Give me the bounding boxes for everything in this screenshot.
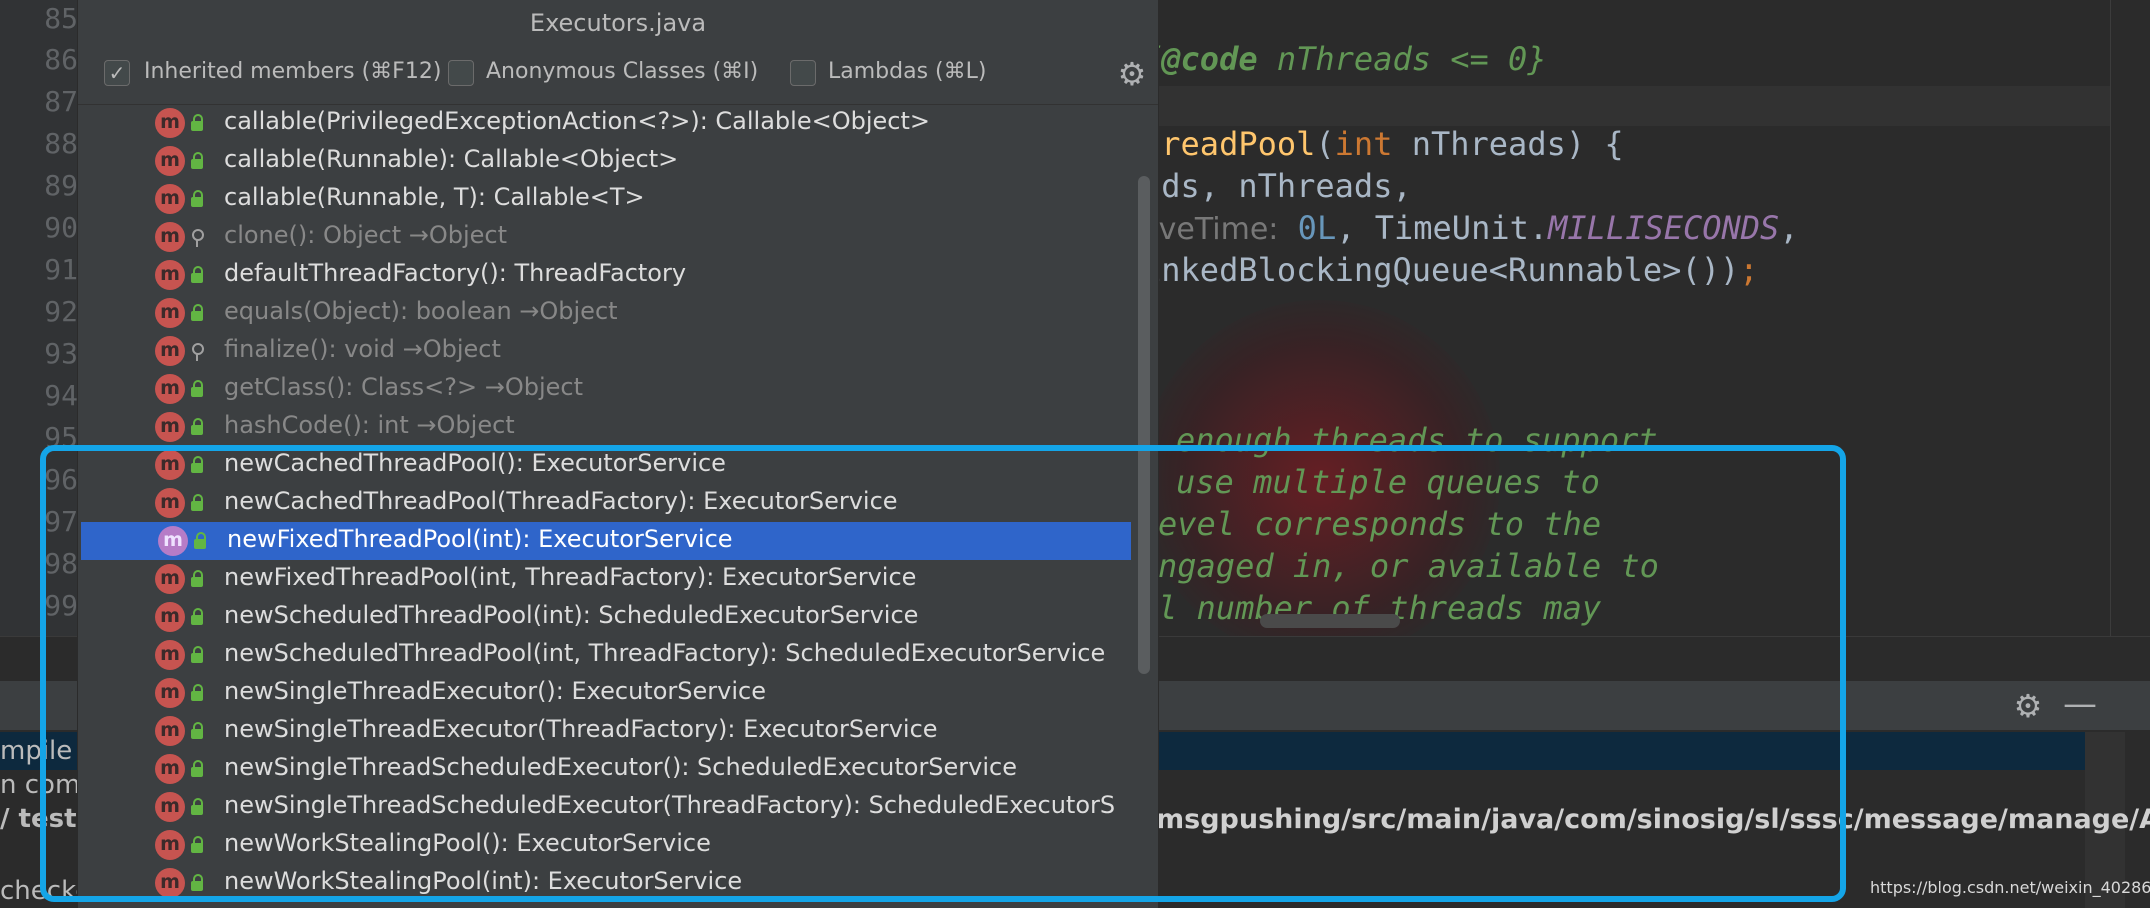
line-number: 85 <box>44 2 78 35</box>
method-icon: m <box>155 222 185 252</box>
method-icon: m <box>155 184 185 214</box>
method-icon: m <box>155 146 185 176</box>
line-number: 87 <box>44 85 78 118</box>
public-lock-icon <box>190 189 204 209</box>
member-signature: defaultThreadFactory(): ThreadFactory <box>224 259 687 287</box>
member-row[interactable]: m callable(PrivilegedExceptionAction<?>):… <box>78 104 1128 142</box>
minimize-icon[interactable]: — <box>2060 686 2100 726</box>
public-lock-icon <box>190 303 204 323</box>
lambdas-label[interactable]: Lambdas (⌘L) <box>828 59 986 84</box>
lock-icon-body <box>191 273 203 283</box>
method-icon: m <box>155 260 185 290</box>
line-number: 94 <box>44 379 78 412</box>
highlight-annotation-box <box>40 445 1846 902</box>
member-row[interactable]: m hashCode(): int →Object <box>78 408 1128 446</box>
inherited-members-checkbox[interactable]: ✓ <box>104 60 130 86</box>
filter-bar: ✓ Inherited members (⌘F12) Anonymous Cla… <box>78 46 1158 105</box>
member-row[interactable]: m defaultThreadFactory(): ThreadFactory <box>78 256 1128 294</box>
line-number: 90 <box>44 211 78 244</box>
protected-key-icon <box>190 341 204 361</box>
member-row[interactable]: m getClass(): Class<?> →Object <box>78 370 1128 408</box>
member-signature: hashCode(): int →Object <box>224 411 515 439</box>
public-lock-icon <box>190 151 204 171</box>
method-icon: m <box>155 298 185 328</box>
anonymous-classes-checkbox[interactable] <box>448 60 474 86</box>
public-lock-icon <box>190 417 204 437</box>
member-signature: equals(Object): boolean →Object <box>224 297 618 325</box>
code-line: {@code nThreads <= 0} <box>1142 40 1547 78</box>
lock-icon-body <box>191 197 203 207</box>
line-number: 89 <box>44 169 78 202</box>
key-icon-ring <box>192 343 204 355</box>
member-row[interactable]: m callable(Runnable, T): Callable<T> <box>78 180 1128 218</box>
member-signature: getClass(): Class<?> →Object <box>224 373 583 401</box>
public-lock-icon <box>190 379 204 399</box>
gear-icon[interactable]: ⚙ <box>1114 56 1150 92</box>
method-icon: m <box>155 336 185 366</box>
lambdas-checkbox[interactable] <box>790 60 816 86</box>
member-signature: callable(PrivilegedExceptionAction<?>): … <box>224 107 930 135</box>
method-icon: m <box>155 108 185 138</box>
member-signature: finalize(): void →Object <box>224 335 501 363</box>
key-icon-stem <box>196 239 198 247</box>
editor-right-margin <box>2110 0 2111 640</box>
lock-icon-body <box>191 159 203 169</box>
anonymous-classes-label[interactable]: Anonymous Classes (⌘I) <box>486 59 758 84</box>
line-number: 92 <box>44 295 78 328</box>
lock-icon-body <box>191 121 203 131</box>
code-line: inkedBlockingQueue<Runnable>()); <box>1142 251 1759 289</box>
member-row[interactable]: m callable(Runnable): Callable<Object> <box>78 142 1128 180</box>
key-icon-ring <box>192 229 204 241</box>
code-line: hreadPool(int nThreads) { <box>1142 125 1624 163</box>
member-row[interactable]: m clone(): Object →Object <box>78 218 1128 256</box>
line-number: 86 <box>44 43 78 76</box>
lock-icon-body <box>191 425 203 435</box>
popup-title: Executors.java <box>529 9 707 37</box>
member-row[interactable]: m equals(Object): boolean →Object <box>78 294 1128 332</box>
member-signature: clone(): Object →Object <box>224 221 508 249</box>
member-signature: callable(Runnable): Callable<Object> <box>224 145 679 173</box>
member-signature: callable(Runnable, T): Callable<T> <box>224 183 645 211</box>
lock-icon-body <box>191 387 203 397</box>
code-line: ads, nThreads, <box>1142 167 1412 205</box>
public-lock-icon <box>190 113 204 133</box>
parameter-hint: liveTime: <box>1142 212 1279 247</box>
method-icon: m <box>155 412 185 442</box>
watermark: https://blog.csdn.net/weixin_40286148 <box>1870 878 2150 897</box>
protected-key-icon <box>190 227 204 247</box>
method-icon: m <box>155 374 185 404</box>
key-icon-stem <box>196 353 198 361</box>
line-number: 93 <box>44 337 78 370</box>
inherited-members-label[interactable]: Inherited members (⌘F12) <box>144 59 441 84</box>
lock-icon-body <box>191 311 203 321</box>
code-line: liveTime: 0L, TimeUnit.MILLISECONDS, <box>1142 209 1799 247</box>
line-number: 88 <box>44 127 78 160</box>
line-number: 91 <box>44 253 78 286</box>
member-row[interactable]: m finalize(): void →Object <box>78 332 1128 370</box>
gear-icon[interactable]: ⚙ <box>2008 686 2048 726</box>
public-lock-icon <box>190 265 204 285</box>
